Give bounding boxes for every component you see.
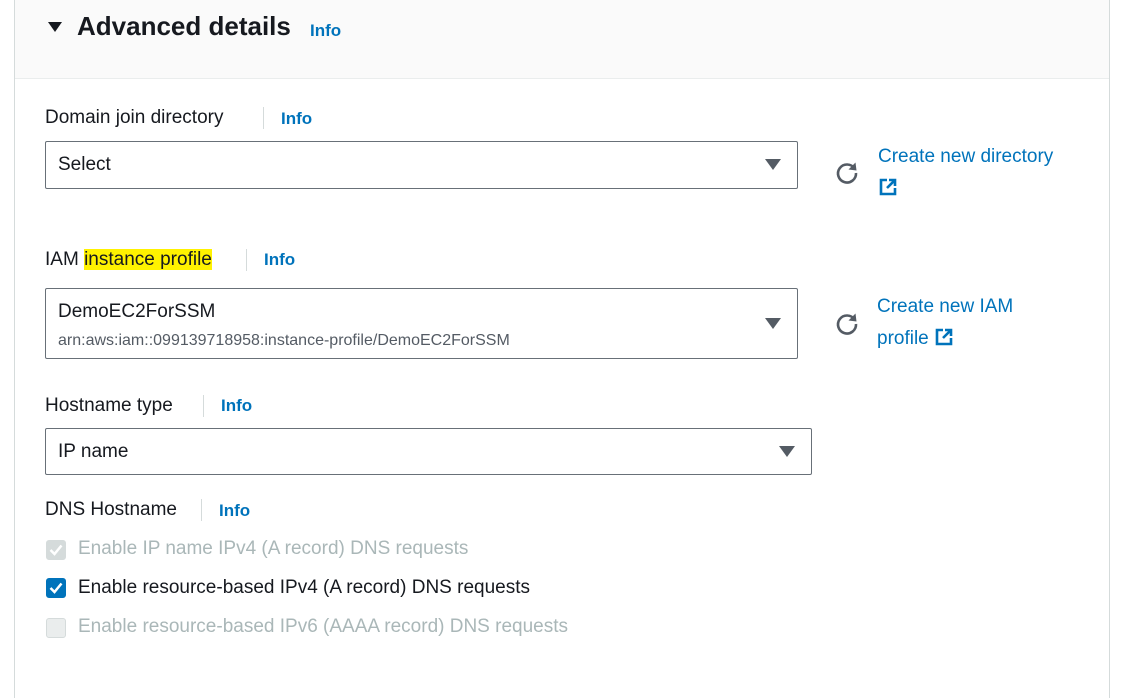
- external-link-icon[interactable]: [878, 177, 898, 197]
- hostname-type-select[interactable]: IP name: [45, 428, 812, 475]
- checkmark-icon: [49, 582, 63, 594]
- domain-join-label: Domain join directory: [45, 107, 224, 128]
- create-directory-link[interactable]: Create new directory: [878, 141, 1053, 205]
- label-divider: [263, 107, 264, 129]
- domain-join-select[interactable]: Select: [45, 141, 798, 189]
- hostname-type-info-link[interactable]: Info: [221, 396, 252, 416]
- iam-profile-select[interactable]: DemoEC2ForSSM arn:aws:iam::099139718958:…: [45, 288, 798, 359]
- section-header[interactable]: Advanced details Info: [15, 0, 1109, 79]
- resource-ipv6-label: Enable resource-based IPv6 (AAAA record)…: [78, 616, 569, 637]
- create-directory-link-text[interactable]: Create new directory: [878, 146, 1053, 167]
- caret-down-icon: [765, 159, 781, 170]
- hostname-type-label: Hostname type: [45, 395, 173, 416]
- resource-ipv4-checkbox[interactable]: [46, 578, 66, 598]
- domain-join-info-link[interactable]: Info: [281, 109, 312, 129]
- label-divider: [203, 395, 204, 417]
- create-iam-profile-link[interactable]: Create new IAM profile: [877, 291, 1013, 355]
- external-link-icon[interactable]: [934, 327, 954, 347]
- iam-profile-label: IAM instance profile: [45, 248, 212, 272]
- checkmark-icon: [49, 544, 63, 556]
- ip-name-ipv4-label: Enable IP name IPv4 (A record) DNS reque…: [78, 538, 469, 559]
- caret-down-icon: [765, 318, 781, 329]
- iam-profile-arn: arn:aws:iam::099139718958:instance-profi…: [58, 332, 510, 349]
- label-divider: [246, 249, 247, 271]
- dns-hostname-info-link[interactable]: Info: [219, 501, 250, 521]
- caret-down-icon: [779, 446, 795, 457]
- refresh-icon[interactable]: [834, 311, 860, 337]
- refresh-icon[interactable]: [834, 160, 860, 186]
- hostname-type-value: IP name: [58, 441, 129, 462]
- create-iam-link-line2[interactable]: profile: [877, 328, 929, 349]
- iam-info-link[interactable]: Info: [264, 250, 295, 270]
- ip-name-ipv4-checkbox[interactable]: [46, 540, 66, 560]
- iam-label-prefix: IAM: [45, 249, 85, 270]
- domain-join-value: Select: [58, 154, 111, 175]
- resource-ipv4-label: Enable resource-based IPv4 (A record) DN…: [78, 577, 530, 598]
- label-divider: [201, 499, 202, 521]
- create-iam-link-line1[interactable]: Create new IAM: [877, 296, 1013, 317]
- section-info-link[interactable]: Info: [310, 21, 341, 41]
- resource-ipv6-checkbox[interactable]: [46, 618, 66, 638]
- iam-profile-value: DemoEC2ForSSM: [58, 301, 216, 322]
- dns-hostname-label: DNS Hostname: [45, 499, 177, 520]
- iam-label-highlight: instance profile: [84, 249, 212, 270]
- caret-down-icon[interactable]: [47, 19, 63, 35]
- section-title: Advanced details: [77, 11, 291, 41]
